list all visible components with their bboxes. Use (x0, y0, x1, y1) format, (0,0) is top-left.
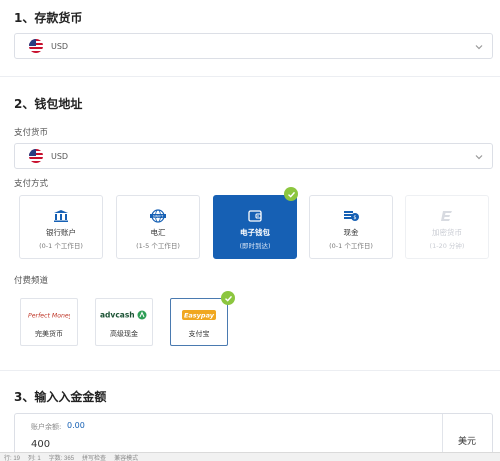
section-title-deposit-amount: 3、输入入金金额 (14, 390, 107, 404)
chevron-down-icon (475, 45, 483, 50)
payment-method-time: (1-20 分钟) (429, 242, 465, 250)
payment-method-name: 加密货币 (432, 228, 462, 237)
amount-input[interactable] (31, 436, 411, 452)
payment-method-time: (即时到达) (239, 242, 271, 250)
deposit-currency-select[interactable]: USD (14, 33, 493, 59)
section-title-deposit-currency: 1、存款货币 (14, 11, 83, 25)
svg-text:$: $ (353, 215, 356, 221)
deposit-currency-value: USD (51, 41, 69, 51)
divider (0, 370, 500, 371)
channel-name: 完美货币 (35, 330, 63, 338)
channel-alipay[interactable]: Easypay 支付宝 (170, 298, 228, 346)
payment-method-bank[interactable]: 银行账户 (0-1 个工作日) (19, 195, 103, 259)
payment-method-time: (1-5 个工作日) (136, 242, 180, 250)
payment-method-ewallet[interactable]: 电子钱包 (即时到达) (213, 195, 297, 259)
us-flag-icon (29, 149, 43, 163)
easypay-logo-text: Easypay (184, 312, 215, 320)
selected-check-icon (221, 291, 235, 305)
perfect-money-logo-text: Perfect Money (28, 312, 70, 320)
section-title-wallet-address: 2、钱包地址 (14, 97, 83, 111)
easypay-logo: Easypay (182, 308, 216, 322)
payment-channel-label: 付费频道 (14, 276, 49, 286)
payment-method-wire[interactable]: SWIFT 电汇 (1-5 个工作日) (116, 195, 200, 259)
channel-name: 支付宝 (188, 330, 210, 338)
crypto-icon (441, 211, 452, 221)
perfect-money-logo: Perfect Money (28, 308, 70, 322)
swift-globe-icon: SWIFT (150, 209, 166, 223)
payment-method-name: 电子钱包 (240, 228, 270, 237)
payment-currency-label: 支付货币 (14, 128, 49, 138)
advcash-logo-text: advcash (100, 311, 135, 320)
payment-method-crypto: 加密货币 (1-20 分钟) (405, 195, 489, 259)
payment-method-name: 电汇 (150, 228, 166, 237)
svg-text:SWIFT: SWIFT (153, 214, 164, 218)
divider (0, 76, 500, 77)
payment-currency-value: USD (51, 151, 69, 161)
balance-value: 0.00 (67, 421, 85, 430)
status-col: 列: 1 (28, 455, 41, 461)
payment-method-label: 支付方式 (14, 179, 49, 189)
wallet-icon (248, 210, 262, 222)
payment-method-time: (0-1 个工作日) (39, 242, 83, 250)
cash-icon: $ (344, 211, 359, 221)
payment-method-time: (0-1 个工作日) (329, 242, 373, 250)
payment-currency-select[interactable]: USD (14, 143, 493, 169)
advcash-logo: advcash (100, 308, 148, 322)
payment-method-cash[interactable]: $ 现金 (0-1 个工作日) (309, 195, 393, 259)
payment-method-name: 银行账户 (46, 228, 76, 237)
payment-method-name: 现金 (343, 228, 359, 237)
selected-check-icon (284, 187, 298, 201)
status-mode: 兼容模式 (114, 455, 139, 461)
chevron-down-icon (475, 155, 483, 160)
channel-perfect-money[interactable]: Perfect Money 完美货币 (20, 298, 78, 346)
status-bar: 行: 19 列: 1 字数: 365 拼写检查 兼容模式 (0, 452, 500, 461)
channel-advcash[interactable]: advcash 高级现金 (95, 298, 153, 346)
status-chars: 字数: 365 (48, 455, 75, 461)
currency-unit: 美元 (458, 437, 477, 447)
us-flag-icon (29, 39, 43, 53)
bank-icon (54, 210, 68, 222)
status-row: 行: 19 (4, 455, 21, 461)
balance-label: 账户余额: (31, 423, 62, 431)
status-spellcheck[interactable]: 拼写检查 (82, 453, 106, 461)
channel-name: 高级现金 (110, 330, 138, 338)
